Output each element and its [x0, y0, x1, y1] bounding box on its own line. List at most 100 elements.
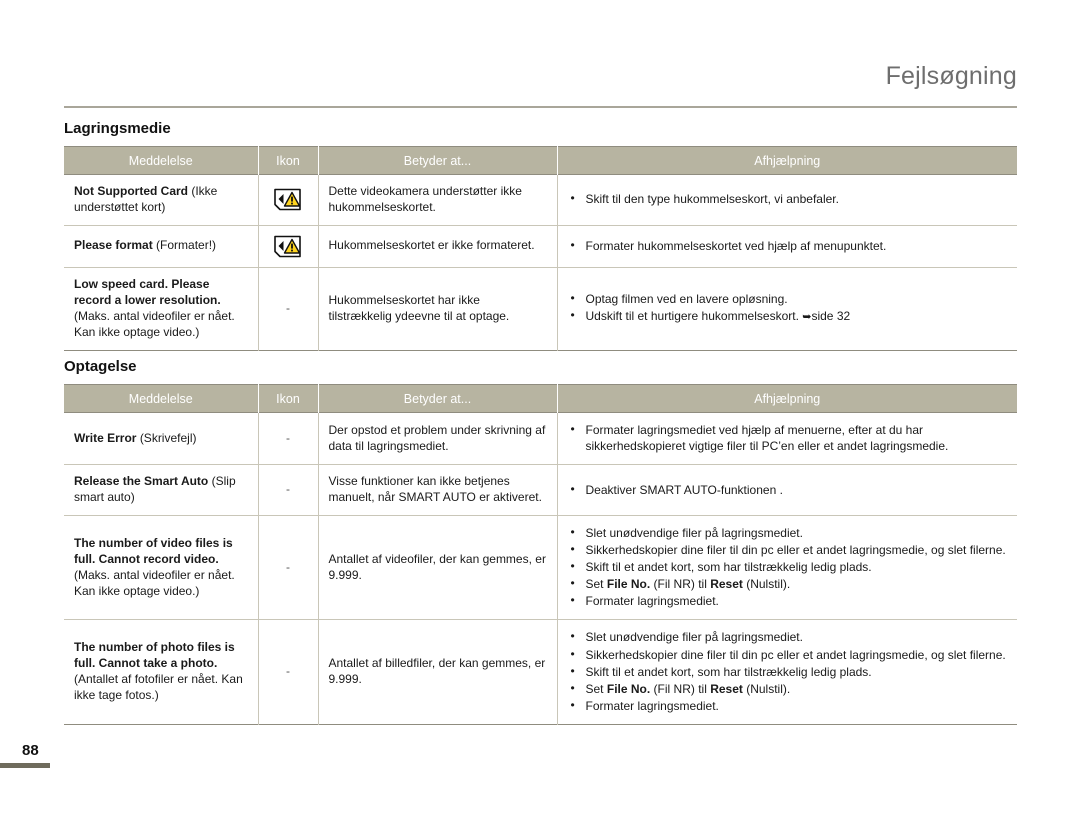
- message-text-en: Not Supported Card: [74, 184, 188, 198]
- bullet-text-plain: Set: [585, 577, 607, 592]
- remedy-list: Formater lagringsmediet ved hjælp af men…: [568, 421, 1008, 454]
- bullet-term-file-no: File No.: [606, 681, 651, 696]
- remedy-list: Slet unødvendige filer på lagringsmediet…: [568, 524, 1008, 609]
- remedy-list: Deaktiver SMART AUTO-funktionen .: [568, 481, 1008, 498]
- remedy-bullet: Skift til et andet kort, som har tilstræ…: [568, 663, 1008, 680]
- table-row: Release the Smart Auto (Slip smart auto)…: [64, 464, 1017, 516]
- remedy-bullet: Set File No. (Fil NR) til Reset (Nulstil…: [568, 575, 1008, 592]
- table-row: Please format (Formater!) Hukommelseskort…: [64, 224, 1017, 268]
- remedy-bullet: Deaktiver SMART AUTO-funktionen .: [568, 481, 1008, 498]
- bullet-text-plain: (Fil NR) til: [650, 577, 711, 592]
- table-body: Not Supported Card (Ikke understøttet ko…: [64, 174, 1017, 351]
- column-header-remedy: Afhjælpning: [557, 384, 1017, 413]
- cell-remedy: Formater lagringsmediet ved hjælp af men…: [557, 411, 1017, 465]
- cell-icon: -: [258, 619, 319, 725]
- message-text-en: The number of video files is full. Canno…: [74, 535, 233, 566]
- message-text-en: Write Error: [74, 430, 137, 445]
- table-row: The number of video files is full. Canno…: [64, 515, 1017, 620]
- remedy-list: Formater hukommelseskortet ved hjælp af …: [568, 237, 1008, 254]
- section-title: Optagelse: [64, 358, 137, 375]
- cell-means: Der opstod et problem under skrivning af…: [318, 411, 558, 465]
- header-rule: [64, 106, 1017, 108]
- cell-means: Hukommelseskortet har ikke tilstrækkelig…: [318, 266, 558, 351]
- cell-message: Please format (Formater!): [64, 224, 259, 268]
- remedy-bullet: Slet unødvendige filer på lagringsmediet…: [568, 524, 1008, 541]
- message-text-da: (Skrivefejl): [139, 430, 197, 445]
- table-row: The number of photo files is full. Canno…: [64, 619, 1017, 725]
- no-icon-dash: -: [286, 482, 290, 497]
- column-header-icon: Ikon: [258, 384, 319, 413]
- no-icon-dash: -: [286, 664, 290, 679]
- remedy-bullet: Formater hukommelseskortet ved hjælp af …: [568, 237, 1008, 254]
- remedy-bullet: Formater lagringsmediet.: [568, 592, 1008, 609]
- page-rule: [0, 763, 50, 768]
- page-header: Fejlsøgning: [64, 62, 1017, 108]
- bullet-text-plain: (Nulstil).: [742, 577, 791, 592]
- table-row: Not Supported Card (Ikke understøttet ko…: [64, 174, 1017, 226]
- page-title: Fejlsøgning: [885, 62, 1017, 90]
- cell-message: Write Error (Skrivefejl): [64, 411, 259, 465]
- remedy-list: Optag filmen ved en lavere opløsning.Uds…: [568, 290, 1008, 325]
- message-text-da: (Formater!): [156, 238, 217, 253]
- cell-message: Not Supported Card (Ikke understøttet ko…: [64, 174, 259, 226]
- table-row: Write Error (Skrivefejl) - Der opstod et p…: [64, 411, 1017, 465]
- message-text-en: Release the Smart Auto: [74, 474, 209, 489]
- column-header-message: Meddelelse: [64, 146, 259, 175]
- message-text-da: (Maks. antal videofiler er nået. Kan ikk…: [74, 308, 235, 339]
- sd-card-warning-icon: [273, 235, 303, 258]
- message-text-da: (Maks. antal videofiler er nået. Kan ikk…: [74, 567, 235, 598]
- remedy-list: Slet unødvendige filer på lagringsmediet…: [568, 628, 1008, 714]
- remedy-bullet: Set File No. (Fil NR) til Reset (Nulstil…: [568, 680, 1008, 697]
- cell-remedy: Formater hukommelseskortet ved hjælp af …: [557, 224, 1017, 268]
- cell-message: The number of video files is full. Canno…: [64, 515, 259, 620]
- message-text-en: The number of photo files is full. Canno…: [74, 640, 235, 671]
- message-text-da: (Antallet af fotofiler er nået. Kan ikke…: [74, 672, 243, 703]
- section-lagringsmedie: Lagringsmedie Meddelelse Ikon Betyder at…: [64, 120, 1017, 351]
- table-row: Low speed card. Please record a lower re…: [64, 266, 1017, 351]
- cell-remedy: Slet unødvendige filer på lagringsmediet…: [557, 619, 1017, 725]
- message-table: Meddelelse Ikon Betyder at... Afhjælpnin…: [64, 384, 1017, 725]
- cell-icon: [258, 224, 319, 268]
- bullet-text-plain: Set: [585, 681, 607, 696]
- remedy-bullet: Skift til et andet kort, som har tilstræ…: [568, 558, 1008, 575]
- no-icon-dash: -: [286, 559, 290, 574]
- cell-remedy: Skift til den type hukommelseskort, vi a…: [557, 174, 1017, 226]
- table-body: Write Error (Skrivefejl) - Der opstod et p…: [64, 411, 1017, 725]
- message-table: Meddelelse Ikon Betyder at... Afhjælpnin…: [64, 146, 1017, 351]
- remedy-bullet: Skift til den type hukommelseskort, vi a…: [568, 190, 1008, 207]
- cell-means: Visse funktioner kan ikke betjenes manue…: [318, 464, 558, 516]
- cell-message: The number of photo files is full. Canno…: [64, 619, 259, 725]
- page-number: 88: [22, 742, 39, 759]
- column-header-means: Betyder at...: [318, 146, 558, 175]
- bullet-term-reset: Reset: [710, 681, 743, 696]
- bullet-term-reset: Reset: [710, 577, 743, 592]
- remedy-bullet: Sikkerhedskopier dine filer til din pc e…: [568, 541, 1008, 558]
- cell-means: Hukommelseskortet er ikke formateret.: [318, 224, 558, 268]
- column-header-remedy: Afhjælpning: [557, 146, 1017, 175]
- cell-message: Release the Smart Auto (Slip smart auto): [64, 464, 259, 516]
- cell-icon: -: [258, 464, 319, 516]
- remedy-list: Skift til den type hukommelseskort, vi a…: [568, 190, 1008, 207]
- page-ref-arrow-icon: ➥: [802, 310, 812, 324]
- remedy-bullet: Optag filmen ved en lavere opløsning.: [568, 290, 1008, 307]
- message-text-en: Please format: [74, 238, 153, 253]
- remedy-bullet: Sikkerhedskopier dine filer til din pc e…: [568, 646, 1008, 663]
- table-header-row: Meddelelse Ikon Betyder at... Afhjælpnin…: [64, 146, 1017, 175]
- cell-icon: -: [258, 515, 319, 620]
- remedy-bullet: Udskift til et hurtigere hukommelseskort…: [568, 308, 1008, 325]
- column-header-message: Meddelelse: [64, 384, 259, 413]
- no-icon-dash: -: [286, 430, 290, 445]
- message-text-en: Low speed card. Please record a lower re…: [74, 276, 221, 307]
- remedy-bullet: Formater lagringsmediet ved hjælp af men…: [568, 421, 1008, 454]
- cell-icon: -: [258, 411, 319, 465]
- bullet-text-plain: (Nulstil).: [742, 681, 791, 696]
- cell-message: Low speed card. Please record a lower re…: [64, 266, 259, 351]
- page-footer: 88: [0, 742, 120, 768]
- remedy-bullet: Formater lagringsmediet.: [568, 697, 1008, 714]
- column-header-icon: Ikon: [258, 146, 319, 175]
- bullet-term-file-no: File No.: [606, 577, 651, 592]
- cell-remedy: Slet unødvendige filer på lagringsmediet…: [557, 515, 1017, 620]
- cell-means: Antallet af billedfiler, der kan gemmes,…: [318, 619, 558, 725]
- bullet-text-plain: (Fil NR) til: [650, 681, 711, 696]
- cell-remedy: Deaktiver SMART AUTO-funktionen .: [557, 464, 1017, 516]
